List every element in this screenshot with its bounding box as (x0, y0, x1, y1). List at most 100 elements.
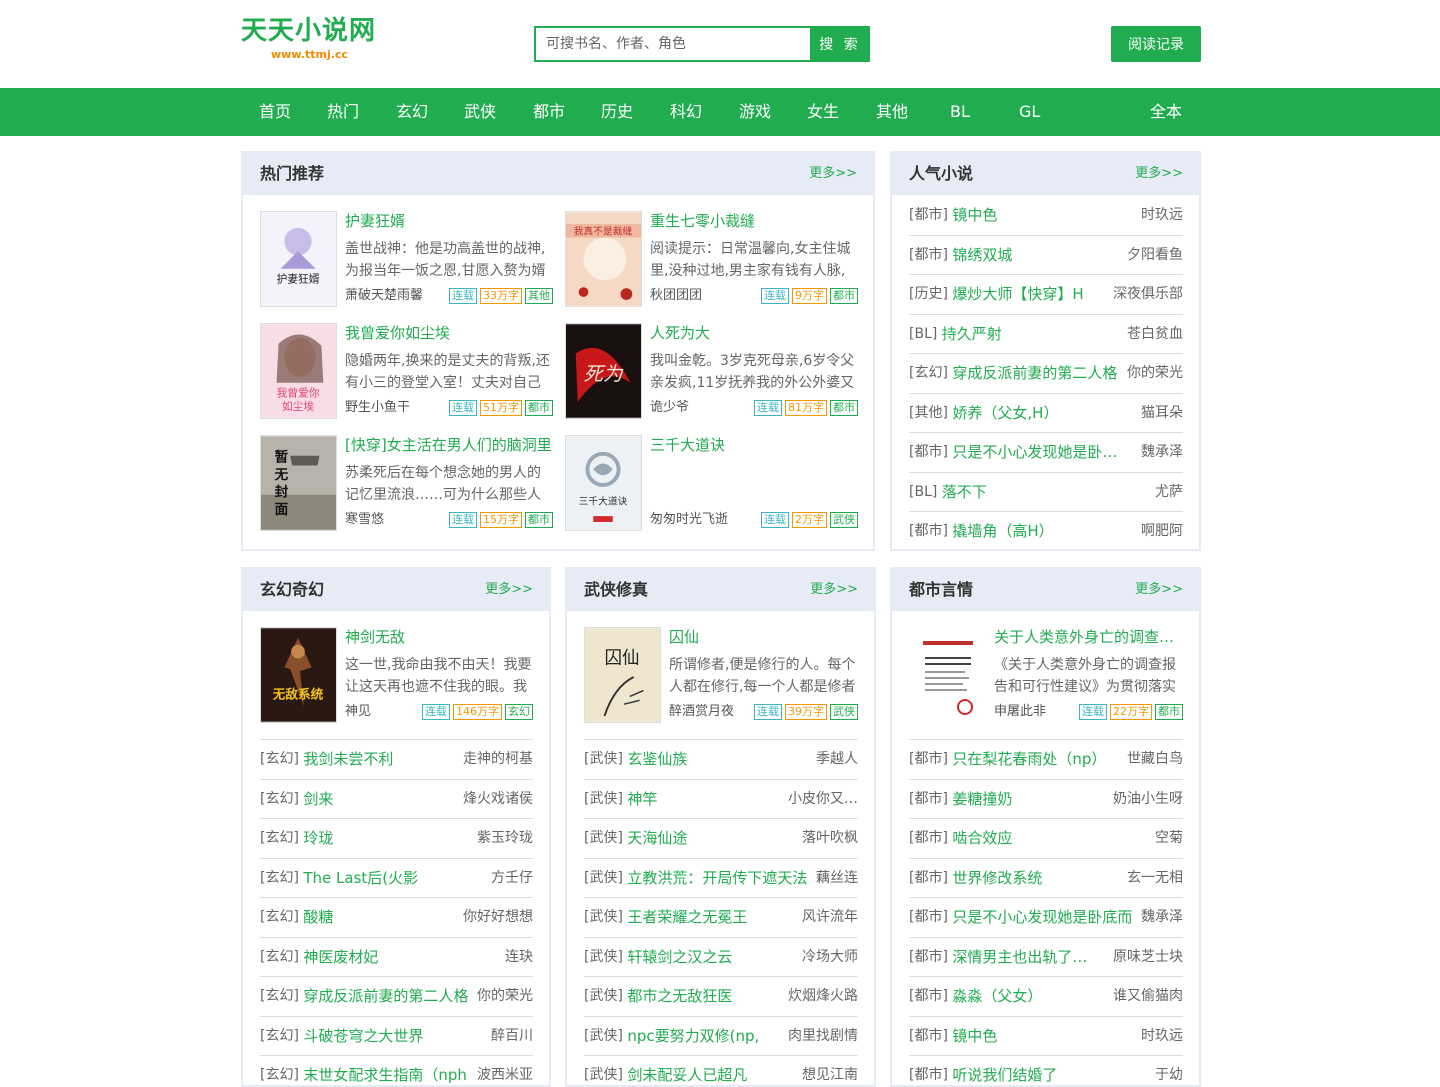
book-title[interactable]: 囚仙 (669, 627, 858, 647)
book-cover[interactable]: 无敌系统 (260, 627, 337, 723)
more-link[interactable]: 更多>> (1135, 153, 1183, 195)
list-item[interactable]: [武侠] 立教洪荒：开局传下遮天法 藕丝连 (584, 859, 858, 898)
nav-item-history[interactable]: 历史 (601, 88, 633, 136)
list-item[interactable]: [玄幻] 我剑未尝不利 走神的柯基 (260, 740, 533, 780)
book-card[interactable]: 囚仙 囚仙 所谓修者,便是修行的人。每个人都在修行,每一个人都是修者 醉酒赏月夜… (584, 627, 858, 725)
book-card[interactable]: 三千大道诀 三千大道诀 匆匆时光飞逝 连载 2万字 武侠 (565, 435, 858, 533)
list-item-title[interactable]: 穿成反派前妻的第二人格 (952, 354, 1117, 393)
list-item-title[interactable]: npc要努力双修(np, (627, 1017, 759, 1056)
nav-item-xuanhuan[interactable]: 玄幻 (396, 88, 428, 136)
book-card[interactable]: 无敌系统 神剑无敌 这一世,我命由我不由天！我要让这天再也遮不住我的眼。我 神见… (260, 627, 533, 725)
book-title[interactable]: 三千大道诀 (650, 435, 858, 455)
list-item[interactable]: [其他] 娇养（父女,H） 猫耳朵 (909, 394, 1183, 433)
nav-item-gl[interactable]: GL (1019, 88, 1040, 136)
list-item-title[interactable]: 只在梨花春雨处（np） (952, 740, 1106, 779)
list-item-title[interactable]: 神竿 (627, 780, 657, 819)
list-item-title[interactable]: 都市之无敌狂医 (627, 977, 732, 1016)
list-item[interactable]: [武侠] npc要努力双修(np, 肉里找剧情 (584, 1017, 858, 1056)
list-item[interactable]: [武侠] 玄鉴仙族 季越人 (584, 740, 858, 780)
search-button[interactable]: 搜 索 (810, 26, 870, 62)
list-item-title[interactable]: 玲珑 (303, 819, 333, 858)
list-item-title[interactable]: 酸糖 (303, 898, 333, 937)
nav-item-other[interactable]: 其他 (876, 88, 908, 136)
book-cover[interactable]: 死为 (565, 323, 642, 419)
list-item-title[interactable]: 爆炒大师【快穿】H (952, 275, 1083, 314)
list-item-title[interactable]: 淼淼（父女） (952, 977, 1042, 1016)
list-item-title[interactable]: 镜中色 (952, 196, 997, 235)
list-item[interactable]: [历史] 爆炒大师【快穿】H 深夜俱乐部 (909, 275, 1183, 315)
list-item[interactable]: [武侠] 轩辕剑之汉之云 冷场大师 (584, 938, 858, 977)
list-item-title[interactable]: 轩辕剑之汉之云 (627, 938, 732, 977)
list-item[interactable]: [都市] 只在梨花春雨处（np） 世藏白鸟 (909, 740, 1183, 780)
nav-item-hot[interactable]: 热门 (327, 88, 359, 136)
list-item-title[interactable]: 剑来 (303, 780, 333, 819)
list-item[interactable]: [都市] 只是不小心发现她是卧底而 魏承泽 (909, 898, 1183, 938)
list-item[interactable]: [玄幻] 穿成反派前妻的第二人格 你的荣光 (260, 977, 533, 1017)
list-item[interactable]: [都市] 只是不小心发现她是卧底而已 魏承泽 (909, 433, 1183, 473)
list-item-title[interactable]: 立教洪荒：开局传下遮天法 (627, 859, 807, 898)
list-item[interactable]: [都市] 深情男主也出轨了【快穿】原味芝士块 (909, 938, 1183, 977)
list-item-title[interactable]: 王者荣耀之无冕王 (627, 898, 747, 937)
nav-item-dushi[interactable]: 都市 (533, 88, 565, 136)
book-title[interactable]: 神剑无敌 (345, 627, 533, 647)
nav-item-female[interactable]: 女生 (807, 88, 839, 136)
list-item[interactable]: [都市] 姜糖撞奶 奶油小生呀 (909, 780, 1183, 819)
book-card[interactable]: 我曾爱你 如尘埃 我曾爱你如尘埃 隐婚两年,换来的是丈夫的背叛,还有小三的登堂入室… (260, 323, 553, 421)
list-item[interactable]: [玄幻] 斗破苍穹之大世界 醉百川 (260, 1017, 533, 1056)
reading-history-button[interactable]: 阅读记录 (1111, 26, 1201, 62)
book-title[interactable]: 关于人类意外身亡的调查报告和可行性建议 (994, 627, 1183, 647)
search-input[interactable] (534, 26, 810, 62)
book-card[interactable]: 护妻狂婿 护妻狂婿 盖世战神：他是功高盖世的战神,为报当年一饭之恩,甘愿入赘为婿… (260, 211, 553, 309)
book-title[interactable]: 重生七零小裁缝 (650, 211, 858, 231)
book-cover[interactable]: 囚仙 (584, 627, 661, 723)
list-item[interactable]: [都市] 镜中色 时玖远 (909, 1017, 1183, 1056)
list-item[interactable]: [玄幻] 酸糖 你好好想想 (260, 898, 533, 938)
more-link[interactable]: 更多>> (810, 569, 858, 611)
book-title[interactable]: 我曾爱你如尘埃 (345, 323, 553, 343)
list-item[interactable]: [武侠] 天海仙途 落叶吹枫 (584, 819, 858, 859)
book-cover[interactable]: 护妻狂婿 (260, 211, 337, 307)
list-item[interactable]: [武侠] 神竿 小皮你又吃饭了 (584, 780, 858, 819)
list-item[interactable]: [都市] 啮合效应 空菊 (909, 819, 1183, 859)
list-item[interactable]: [玄幻] 玲珑 紫玉玲珑 (260, 819, 533, 859)
list-item-title[interactable]: 神医废材妃 (303, 938, 378, 977)
book-cover[interactable]: 我真不是裁缝 (565, 211, 642, 307)
nav-item-bl[interactable]: BL (950, 88, 970, 136)
list-item[interactable]: [玄幻] 末世女配求生指南（nph 波西米亚 (260, 1056, 533, 1085)
nav-item-home[interactable]: 首页 (259, 88, 291, 136)
nav-item-wuxia[interactable]: 武侠 (464, 88, 496, 136)
list-item-title[interactable]: 听说我们结婚了 (952, 1056, 1057, 1085)
list-item-title[interactable]: 天海仙途 (627, 819, 687, 858)
nav-item-scifi[interactable]: 科幻 (670, 88, 702, 136)
list-item-title[interactable]: 世界修改系统 (952, 859, 1042, 898)
list-item-title[interactable]: 剑未配妥人已超凡 (627, 1056, 747, 1085)
more-link[interactable]: 更多>> (485, 569, 533, 611)
nav-item-game[interactable]: 游戏 (739, 88, 771, 136)
list-item-title[interactable]: 深情男主也出轨了【快穿】 (952, 938, 1102, 977)
book-cover[interactable]: 三千大道诀 (565, 435, 642, 531)
book-cover[interactable]: 我曾爱你 如尘埃 (260, 323, 337, 419)
list-item[interactable]: [都市] 锦绣双城 夕阳看鱼 (909, 236, 1183, 275)
list-item-title[interactable]: 姜糖撞奶 (952, 780, 1012, 819)
list-item[interactable]: [玄幻] 剑来 烽火戏诸侯 (260, 780, 533, 819)
list-item-title[interactable]: 玄鉴仙族 (627, 740, 687, 779)
list-item[interactable]: [都市] 世界修改系统 玄一无相 (909, 859, 1183, 898)
list-item-title[interactable]: 末世女配求生指南（nph (303, 1056, 467, 1085)
list-item-title[interactable]: The Last后(火影 (303, 859, 418, 898)
list-item-title[interactable]: 娇养（父女,H） (952, 394, 1058, 433)
list-item-title[interactable]: 镜中色 (952, 1017, 997, 1056)
list-item-title[interactable]: 我剑未尝不利 (303, 740, 393, 779)
list-item[interactable]: [武侠] 都市之无敌狂医 炊烟烽火路 (584, 977, 858, 1017)
book-card[interactable]: 关于人类意外身亡的调查报告和可行性建议 《关于人类意外身亡的调查报告和可行性建议… (909, 627, 1183, 725)
list-item[interactable]: [玄幻] 穿成反派前妻的第二人格 你的荣光 (909, 354, 1183, 394)
list-item-title[interactable]: 啮合效应 (952, 819, 1012, 858)
list-item[interactable]: [都市] 听说我们结婚了 于幼 (909, 1056, 1183, 1085)
list-item-title[interactable]: 持久严射 (942, 315, 1002, 354)
list-item-title[interactable]: 斗破苍穹之大世界 (303, 1017, 423, 1056)
list-item-title[interactable]: 撬墙角（高H） (952, 512, 1053, 549)
nav-item-complete[interactable]: 全本 (1150, 88, 1182, 136)
list-item[interactable]: [武侠] 剑未配妥人已超凡 想见江南 (584, 1056, 858, 1085)
book-title[interactable]: 护妻狂婿 (345, 211, 553, 231)
book-card[interactable]: 死为 人死为大 我叫金乾。3岁克死母亲,6岁令父亲发疯,11岁抚养我的外公外婆又… (565, 323, 858, 421)
list-item[interactable]: [BL] 持久严射 苍白贫血 (909, 315, 1183, 354)
